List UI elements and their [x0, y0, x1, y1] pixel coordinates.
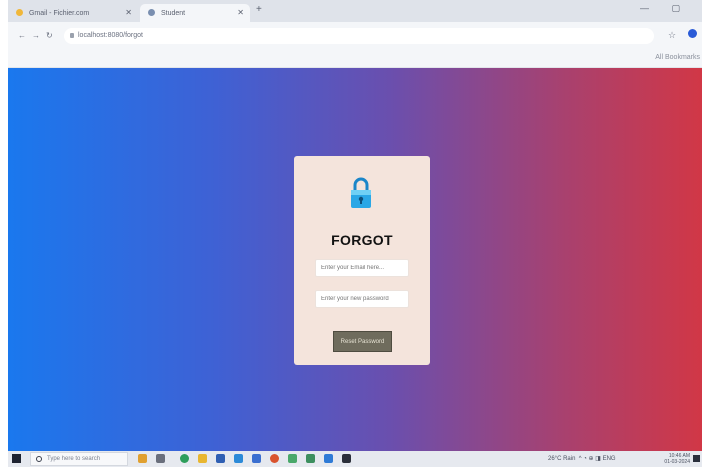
taskbar-search[interactable]: Type here to search — [30, 452, 128, 466]
bookmark-star-icon[interactable]: ☆ — [668, 30, 676, 41]
profile-avatar[interactable] — [688, 29, 697, 38]
site-info-icon[interactable] — [70, 33, 74, 38]
tab-label: Gmail - Fichier.com — [28, 10, 90, 17]
bookmarks-bar: All Bookmarks — [8, 50, 702, 68]
taskbar: Type here to search 26°C Rain ^ ◔ ⊕ ◨ EN… — [8, 451, 702, 467]
weather-status[interactable]: 26°C Rain ^ ◔ ⊕ ◨ ENG — [548, 455, 616, 462]
browser-tab-gmail[interactable]: Gmail - Fichier.com ✕ — [8, 4, 138, 22]
app-icon[interactable] — [252, 454, 261, 463]
close-icon[interactable]: ✕ — [125, 8, 132, 17]
reload-icon[interactable]: ↻ — [46, 31, 53, 40]
file-explorer-icon[interactable] — [198, 454, 207, 463]
forgot-password-card: FORGOT Reset Password — [294, 156, 430, 365]
all-bookmarks-link[interactable]: All Bookmarks — [655, 54, 700, 61]
terminal-icon[interactable] — [342, 454, 351, 463]
email-field[interactable] — [315, 259, 409, 277]
clock[interactable]: 10:46 AM 01-03-2024 — [664, 453, 690, 465]
search-icon — [36, 456, 42, 462]
vscode-icon[interactable] — [324, 454, 333, 463]
reset-password-button[interactable]: Reset Password — [333, 331, 392, 352]
address-bar[interactable]: localhost:8080/forgot — [64, 28, 654, 44]
notification-icon[interactable] — [693, 455, 700, 462]
address-text: localhost:8080/forgot — [78, 32, 143, 39]
new-tab-button[interactable]: + — [256, 4, 262, 15]
page-title: FORGOT — [331, 232, 393, 248]
widgets-icon[interactable] — [138, 454, 147, 463]
back-arrow-icon[interactable]: ← — [18, 31, 26, 40]
app-icon[interactable] — [270, 454, 279, 463]
close-icon[interactable]: ✕ — [237, 8, 244, 17]
tab-label: Student — [160, 10, 186, 17]
browser-tab-strip: Gmail - Fichier.com ✕ Student ✕ + — ▢ — [8, 0, 702, 22]
app-icon[interactable] — [288, 454, 297, 463]
student-favicon-icon — [148, 9, 155, 16]
chrome-icon[interactable] — [180, 454, 189, 463]
start-icon[interactable] — [12, 454, 21, 463]
browser-tab-student[interactable]: Student ✕ — [140, 4, 250, 22]
lock-icon — [351, 177, 371, 208]
window-controls[interactable]: — ▢ — [640, 3, 690, 14]
page-background: FORGOT Reset Password — [8, 68, 702, 451]
gmail-favicon-icon — [16, 9, 23, 16]
app-icon[interactable] — [306, 454, 315, 463]
store-icon[interactable] — [216, 454, 225, 463]
edge-icon[interactable] — [234, 454, 243, 463]
task-view-icon[interactable] — [156, 454, 165, 463]
forward-arrow-icon[interactable]: → — [32, 31, 40, 40]
browser-toolbar: ← → ↻ localhost:8080/forgot ☆ — [8, 22, 702, 50]
search-placeholder: Type here to search — [47, 456, 101, 462]
new-password-field[interactable] — [315, 290, 409, 308]
